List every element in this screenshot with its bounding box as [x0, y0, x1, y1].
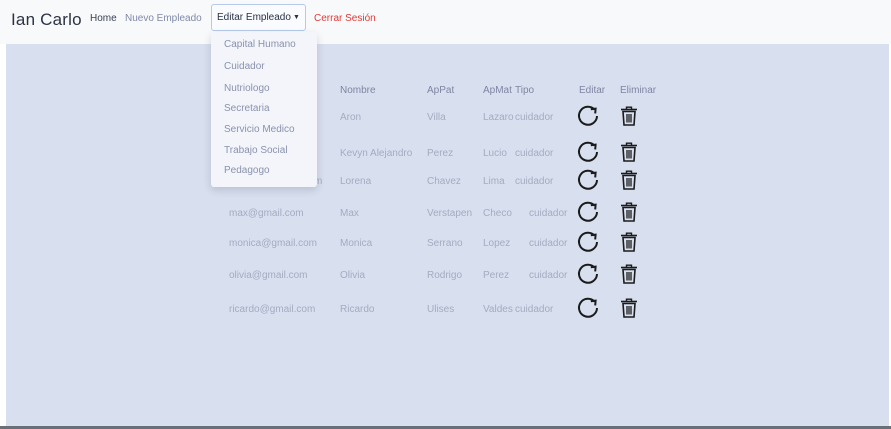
cell-apmat: Lopez — [483, 238, 511, 249]
cell-correo: ricardo@gmail.com — [229, 304, 316, 315]
header-editar: Editar — [579, 85, 606, 96]
header-appat: ApPat — [427, 85, 455, 96]
cell-tipo: cuidador — [529, 208, 568, 219]
main-content — [6, 44, 889, 427]
cell-apmat: Lima — [483, 176, 505, 187]
navbar: Ian Carlo Home Nuevo Empleado Editar Emp… — [0, 0, 891, 44]
cell-nombre: Ricardo — [340, 304, 375, 315]
nav-nuevo-empleado-link[interactable]: Nuevo Empleado — [125, 13, 202, 24]
editar-empleado-label: Editar Empleado — [217, 12, 291, 23]
dropdown-item-nutriologo[interactable]: Nutriologo — [224, 83, 270, 94]
cell-apmat: Lucio — [483, 148, 507, 159]
header-tipo: Tipo — [515, 85, 535, 96]
cell-appat: Perez — [427, 148, 454, 159]
cell-tipo: cuidador — [529, 270, 568, 281]
cell-correo: olivia@gmail.com — [229, 270, 308, 281]
refresh-icon[interactable] — [576, 168, 600, 192]
dropdown-item-servicio-medico[interactable]: Servicio Medico — [224, 124, 295, 135]
cell-nombre: Monica — [340, 238, 373, 249]
refresh-icon[interactable] — [576, 296, 600, 320]
header-eliminar: Eliminar — [620, 85, 657, 96]
cell-appat: Rodrigo — [427, 270, 463, 281]
cell-tipo: cuidador — [515, 148, 554, 159]
dropdown-item-cuidador[interactable]: Cuidador — [224, 61, 265, 72]
refresh-icon[interactable] — [576, 104, 600, 128]
cell-tipo: cuidador — [529, 238, 568, 249]
trash-icon[interactable] — [620, 232, 638, 252]
header-apmat: ApMat — [483, 85, 512, 96]
cell-tipo: cuidador — [515, 112, 554, 123]
nav-editar-empleado-dropdown[interactable]: Editar Empleado ▼ — [211, 4, 306, 31]
cell-apmat: Lazaro — [483, 112, 514, 123]
refresh-icon[interactable] — [576, 140, 600, 164]
cell-tipo: cuidador — [515, 304, 554, 315]
header-nombre: Nombre — [340, 85, 376, 96]
cell-nombre: Kevyn Alejandro — [340, 148, 413, 159]
trash-icon[interactable] — [620, 264, 638, 284]
editar-empleado-dropdown-menu: Capital Humano Cuidador Nutriologo Secre… — [211, 32, 317, 187]
caret-down-icon: ▼ — [292, 14, 300, 21]
trash-icon[interactable] — [620, 106, 638, 126]
cell-apmat: Checo — [483, 208, 512, 219]
cell-appat: Verstapen — [427, 208, 473, 219]
dropdown-item-trabajo-social[interactable]: Trabajo Social — [224, 145, 288, 156]
nav-home-link[interactable]: Home — [90, 13, 117, 24]
cell-appat: Chavez — [427, 176, 461, 187]
dropdown-item-pedagogo[interactable]: Pedagogo — [224, 165, 270, 176]
trash-icon[interactable] — [620, 298, 638, 318]
nav-cerrar-sesion-link[interactable]: Cerrar Sesión — [314, 13, 376, 24]
brand-name[interactable]: Ian Carlo — [11, 10, 82, 30]
cell-appat: Serrano — [427, 238, 463, 249]
cell-appat: Villa — [427, 112, 446, 123]
refresh-icon[interactable] — [576, 230, 600, 254]
cell-appat: Ulises — [427, 304, 455, 315]
cell-correo: monica@gmail.com — [229, 238, 317, 249]
trash-icon[interactable] — [620, 170, 638, 190]
cell-apmat: Valdes — [483, 304, 513, 315]
cell-nombre: Olivia — [340, 270, 366, 281]
cell-tipo: cuidador — [515, 176, 554, 187]
cell-nombre: Max — [340, 208, 359, 219]
trash-icon[interactable] — [620, 142, 638, 162]
trash-icon[interactable] — [620, 202, 638, 222]
dropdown-item-capital-humano[interactable]: Capital Humano — [224, 39, 296, 50]
cell-correo: max@gmail.com — [229, 208, 304, 219]
cell-nombre: Aron — [340, 112, 362, 123]
refresh-icon[interactable] — [576, 200, 600, 224]
dropdown-item-secretaria[interactable]: Secretaria — [224, 103, 270, 114]
cell-nombre: Lorena — [340, 176, 372, 187]
cell-apmat: Perez — [483, 270, 510, 281]
refresh-icon[interactable] — [576, 262, 600, 286]
